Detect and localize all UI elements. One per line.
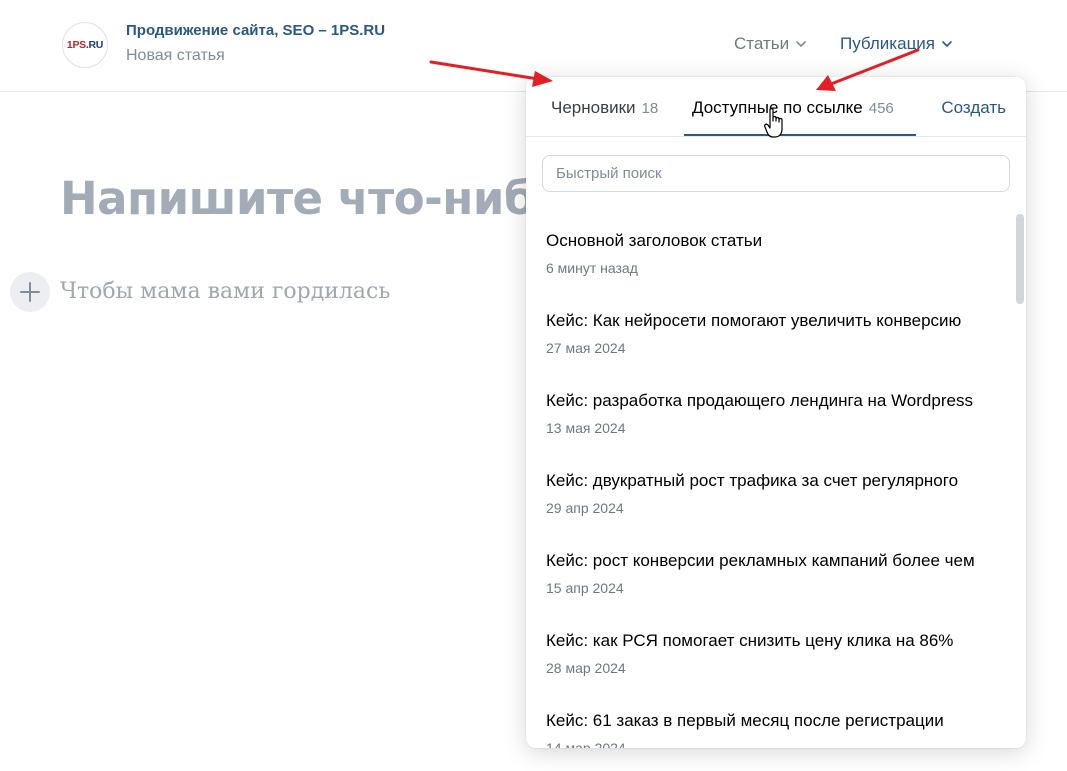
logo-text: 1PS.RU [66, 39, 104, 51]
site-title[interactable]: Продвижение сайта, SEO – 1PS.RU [126, 22, 385, 39]
list-item[interactable]: Основной заголовок статьи 6 минут назад [546, 231, 986, 301]
list-item-title: Кейс: Как нейросети помогают увеличить к… [546, 311, 962, 330]
list-item[interactable]: Кейс: рост конверсии рекламных кампаний … [546, 551, 986, 621]
site-logo[interactable]: 1PS.RU [62, 22, 108, 68]
tab-drafts-label: Черновики [551, 98, 636, 117]
add-block-button[interactable] [10, 272, 50, 312]
tab-available-by-link[interactable]: Доступные по ссылке 456 [692, 98, 894, 118]
list-item[interactable]: Кейс: двукратный рост трафика за счет ре… [546, 471, 986, 541]
nav-publish-label: Публикация [840, 34, 936, 53]
list-scrollbar[interactable] [1016, 214, 1024, 304]
tab-available-count: 456 [868, 100, 894, 117]
create-button[interactable]: Создать [941, 98, 1006, 118]
list-item-title: Кейс: 61 заказ в первый месяц после реги… [546, 711, 944, 730]
nav-articles-label: Статьи [734, 34, 790, 53]
list-item-date: 27 мая 2024 [546, 340, 626, 356]
panel-tabs: Черновики 18 Доступные по ссылке 456 Созда… [526, 77, 1026, 137]
list-item[interactable]: Кейс: 61 заказ в первый месяц после реги… [546, 711, 986, 748]
list-item-date: 15 апр 2024 [546, 580, 624, 596]
plus-icon [20, 282, 40, 302]
nav-publish-dropdown[interactable]: Публикация [840, 34, 953, 54]
list-item-date: 13 мая 2024 [546, 420, 626, 436]
quick-search-input[interactable] [542, 155, 1010, 192]
page-subtitle: Новая статья [126, 47, 225, 64]
list-item-date: 6 минут назад [546, 260, 638, 276]
chevron-down-icon [796, 41, 806, 47]
article-text-placeholder[interactable]: Чтобы мама вами гордилась [60, 279, 390, 304]
list-item[interactable]: Кейс: как РСЯ помогает снизить цену клик… [546, 631, 986, 701]
active-tab-indicator [684, 134, 916, 136]
nav-articles-dropdown[interactable]: Статьи [734, 34, 807, 54]
list-item-date: 28 мар 2024 [546, 660, 626, 676]
tab-available-label: Доступные по ссылке [692, 98, 863, 117]
list-item[interactable]: Кейс: разработка продающего лендинга на … [546, 391, 986, 461]
tab-drafts-count: 18 [641, 100, 659, 117]
tab-drafts[interactable]: Черновики 18 [551, 98, 658, 118]
publication-dropdown-panel: Черновики 18 Доступные по ссылке 456 Созда… [526, 77, 1026, 748]
list-item-date: 29 апр 2024 [546, 500, 624, 516]
list-item-title: Основной заголовок статьи [546, 231, 763, 250]
articles-list: Основной заголовок статьи 6 минут назад … [526, 217, 1026, 748]
list-item-title: Кейс: двукратный рост трафика за счет ре… [546, 471, 959, 490]
list-item-title: Кейс: как РСЯ помогает снизить цену клик… [546, 631, 954, 650]
list-item-date: 14 мар 2024 [546, 740, 626, 748]
chevron-down-icon [942, 41, 952, 47]
list-item[interactable]: Кейс: Как нейросети помогают увеличить к… [546, 311, 986, 381]
list-item-title: Кейс: разработка продающего лендинга на … [546, 391, 973, 410]
article-title-placeholder[interactable]: Напишите что-нибуд [60, 172, 600, 225]
list-item-title: Кейс: рост конверсии рекламных кампаний … [546, 551, 975, 570]
